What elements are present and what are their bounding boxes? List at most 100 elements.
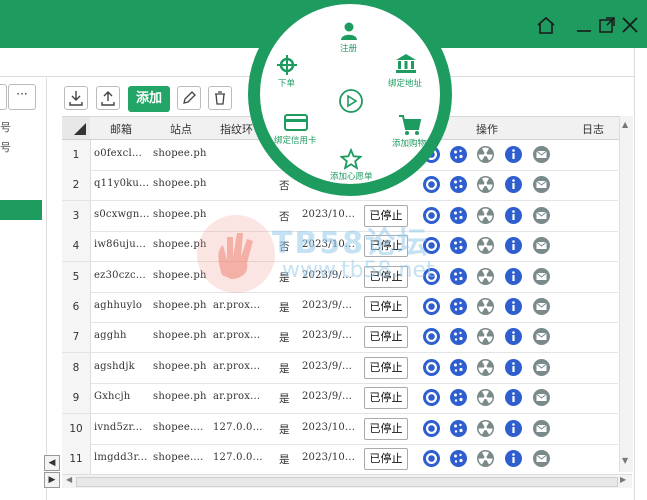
order-label[interactable]: 下单 [278, 77, 295, 89]
table-row[interactable]: 9 Gxhcjh shopee.ph ar.prox... 是 2023/9/... 已停止 [62, 383, 618, 415]
export-icon[interactable] [96, 86, 120, 110]
header-email[interactable]: 邮箱 [110, 121, 132, 137]
chrome-icon[interactable] [422, 419, 441, 438]
import-icon[interactable] [64, 86, 88, 110]
star-icon[interactable] [340, 148, 362, 170]
mail-icon[interactable] [532, 358, 551, 377]
chrome-icon[interactable] [422, 388, 441, 407]
nuclear-icon[interactable] [476, 145, 495, 164]
info-icon[interactable] [504, 358, 523, 377]
mail-icon[interactable] [532, 206, 551, 225]
info-icon[interactable] [504, 327, 523, 346]
header-log[interactable]: 日志 [582, 121, 604, 137]
info-icon[interactable] [504, 419, 523, 438]
table-row[interactable]: 10 ivnd5zr... shopee.... 127.0.0... 是 2023/10… [62, 413, 618, 445]
info-icon[interactable] [504, 297, 523, 316]
cookie-icon[interactable] [449, 358, 468, 377]
nuclear-icon[interactable] [476, 449, 495, 468]
bind-card-label[interactable]: 绑定信用卡 [274, 134, 317, 146]
vertical-scrollbar[interactable]: ▲ ▼ [619, 116, 633, 472]
info-icon[interactable] [504, 267, 523, 286]
table-row[interactable]: 11 lmgdd3r... shopee.... 127.0.0... 是 2023/10… [62, 444, 618, 475]
status-button[interactable]: 已停止 [364, 326, 408, 349]
nuclear-icon[interactable] [476, 297, 495, 316]
status-button[interactable]: 已停止 [364, 356, 408, 379]
chrome-icon[interactable] [422, 358, 441, 377]
select-all-corner[interactable] [62, 117, 90, 139]
scroll-left-icon[interactable]: ◀ [66, 475, 72, 484]
delete-icon[interactable] [208, 86, 232, 110]
mail-icon[interactable] [532, 327, 551, 346]
table-row[interactable]: 8 agshdjk shopee.ph ar.prox... 是 2023/9/... 已停… [62, 352, 618, 384]
status-button[interactable]: 已停止 [364, 387, 408, 410]
chrome-icon[interactable] [422, 297, 441, 316]
nuclear-icon[interactable] [476, 175, 495, 194]
nuclear-icon[interactable] [476, 236, 495, 255]
more-button[interactable]: ··· [8, 84, 36, 110]
bind-address-label[interactable]: 绑定地址 [388, 77, 422, 89]
scroll-up-icon[interactable]: ▲ [622, 120, 628, 129]
cookie-icon[interactable] [449, 206, 468, 225]
mail-icon[interactable] [532, 449, 551, 468]
info-icon[interactable] [504, 145, 523, 164]
play-icon[interactable] [338, 88, 364, 114]
add-button[interactable]: 添加 [128, 86, 170, 112]
restore-icon[interactable] [596, 14, 618, 36]
status-button[interactable]: 已停止 [364, 417, 408, 440]
credit-card-icon[interactable] [284, 112, 308, 132]
mail-icon[interactable] [532, 419, 551, 438]
status-button[interactable]: 已停止 [364, 448, 408, 470]
info-icon[interactable] [504, 206, 523, 225]
cookie-icon[interactable] [449, 297, 468, 316]
table-row[interactable]: 7 agghh shopee.ph ar.prox... 是 2023/9/... 已停止 [62, 322, 618, 354]
add-wishlist-label[interactable]: 添加心愿单 [330, 170, 373, 182]
scroll-thumb[interactable] [76, 477, 618, 487]
table-row[interactable]: 6 aghhuylo shopee.ph ar.prox... 是 2023/9/... 已… [62, 292, 618, 323]
mail-icon[interactable] [532, 175, 551, 194]
bank-icon[interactable] [394, 52, 418, 74]
nuclear-icon[interactable] [476, 327, 495, 346]
left-panel-selected-item[interactable] [0, 200, 42, 220]
cookie-icon[interactable] [449, 145, 468, 164]
nuclear-icon[interactable] [476, 358, 495, 377]
nuclear-icon[interactable] [476, 267, 495, 286]
chrome-icon[interactable] [422, 175, 441, 194]
user-icon[interactable] [338, 20, 360, 42]
scroll-right-icon[interactable]: ▶ [620, 475, 626, 484]
target-icon[interactable] [276, 54, 298, 76]
cart-icon[interactable] [398, 114, 422, 136]
scroll-left-button[interactable]: ◀ [44, 455, 60, 471]
info-icon[interactable] [504, 388, 523, 407]
nuclear-icon[interactable] [476, 206, 495, 225]
nuclear-icon[interactable] [476, 388, 495, 407]
header-proxy[interactable]: 指纹环 [220, 121, 253, 137]
nuclear-icon[interactable] [476, 419, 495, 438]
cookie-icon[interactable] [449, 419, 468, 438]
cookie-icon[interactable] [449, 175, 468, 194]
mail-icon[interactable] [532, 145, 551, 164]
cookie-icon[interactable] [449, 267, 468, 286]
minimize-icon[interactable] [573, 14, 595, 36]
close-icon[interactable] [619, 14, 641, 36]
status-button[interactable]: 已停止 [364, 296, 408, 318]
edit-icon[interactable] [177, 86, 201, 110]
cookie-icon[interactable] [449, 449, 468, 468]
chrome-icon[interactable] [422, 449, 441, 468]
cookie-icon[interactable] [449, 327, 468, 346]
add-cart-label[interactable]: 添加购物车 [392, 137, 435, 149]
scroll-down-icon[interactable]: ▼ [622, 456, 628, 465]
header-site[interactable]: 站点 [170, 121, 192, 137]
header-actions[interactable]: 操作 [476, 121, 498, 137]
register-label[interactable]: 注册 [340, 42, 357, 54]
chrome-icon[interactable] [422, 327, 441, 346]
mail-icon[interactable] [532, 297, 551, 316]
info-icon[interactable] [504, 236, 523, 255]
home-icon[interactable] [535, 14, 557, 36]
mail-icon[interactable] [532, 388, 551, 407]
cookie-icon[interactable] [449, 388, 468, 407]
info-icon[interactable] [504, 449, 523, 468]
cookie-icon[interactable] [449, 236, 468, 255]
left-panel-button[interactable] [0, 84, 7, 110]
mail-icon[interactable] [532, 236, 551, 255]
scroll-right-button[interactable]: ▶ [44, 472, 60, 488]
